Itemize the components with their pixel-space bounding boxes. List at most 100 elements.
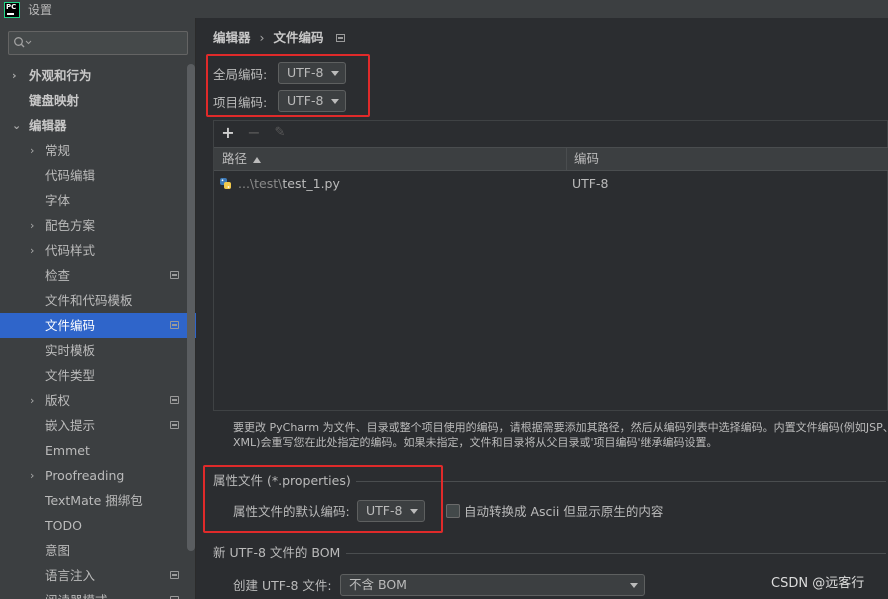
- project-scope-icon: [335, 34, 345, 42]
- window-title: 设置: [28, 2, 53, 17]
- sidebar-item[interactable]: 字体: [0, 188, 196, 213]
- main-panel: 编辑器 › 文件编码 全局编码: UTF-8 项目编码: UTF-8 + − ✎…: [196, 18, 888, 599]
- bom-create-label: 创建 UTF-8 文件:: [233, 578, 332, 593]
- sidebar-item-label: 意图: [45, 543, 71, 558]
- sidebar-item-label: 实时模板: [45, 343, 96, 358]
- sidebar-item[interactable]: › 版权: [0, 388, 196, 413]
- sidebar-item[interactable]: 意图: [0, 538, 196, 563]
- chevron-right-icon[interactable]: ›: [30, 238, 40, 263]
- sidebar-item[interactable]: 检查: [0, 263, 196, 288]
- chevron-right-icon[interactable]: ›: [30, 463, 40, 488]
- edit-path-button[interactable]: ✎: [270, 123, 290, 143]
- properties-default-label: 属性文件的默认编码:: [233, 504, 350, 519]
- global-encoding-row: 全局编码:: [213, 62, 267, 84]
- sidebar-item[interactable]: 文件和代码模板: [0, 288, 196, 313]
- chevron-down-icon: [331, 99, 339, 104]
- chevron-down-icon[interactable]: ⌄: [12, 113, 22, 138]
- settings-search[interactable]: [8, 31, 188, 55]
- sidebar-scrollbar[interactable]: [187, 64, 195, 551]
- row-encoding[interactable]: UTF-8: [572, 172, 608, 196]
- info-line-1: 要更改 PyCharm 为文件、目录或整个项目使用的编码，请根据需要添加其路径，…: [233, 421, 888, 434]
- sidebar-item[interactable]: 文件类型: [0, 363, 196, 388]
- ascii-conversion-checkbox[interactable]: [446, 504, 460, 518]
- sidebar-item[interactable]: TODO: [0, 513, 196, 538]
- sidebar-item-label: 检查: [45, 268, 71, 283]
- sidebar-item[interactable]: 阅读器模式: [0, 588, 196, 599]
- sidebar-item[interactable]: 代码编辑: [0, 163, 196, 188]
- sidebar-item-label: 外观和行为: [29, 68, 92, 83]
- sidebar-item-label: 文件和代码模板: [45, 293, 133, 308]
- table-header: 路径 编码: [214, 147, 888, 171]
- bom-dropdown[interactable]: 不含 BOM: [340, 574, 645, 596]
- bom-section-title: 新 UTF-8 文件的 BOM: [213, 545, 341, 560]
- sidebar-item[interactable]: › 外观和行为: [0, 63, 196, 88]
- chevron-right-icon[interactable]: ›: [30, 138, 40, 163]
- search-icon: [13, 36, 33, 50]
- search-input[interactable]: [33, 34, 183, 52]
- chevron-right-icon[interactable]: ›: [12, 63, 22, 88]
- project-scope-icon: [170, 421, 179, 429]
- sidebar-item[interactable]: 键盘映射: [0, 88, 196, 113]
- sidebar-item[interactable]: TextMate 捆绑包: [0, 488, 196, 513]
- global-encoding-label: 全局编码:: [213, 66, 268, 82]
- row-path: ...\test\test_1.py: [238, 172, 340, 196]
- ascii-conversion-label[interactable]: 自动转换成 Ascii 但显示原生的内容: [464, 502, 663, 522]
- add-path-button[interactable]: +: [218, 123, 238, 143]
- sidebar-item[interactable]: › Proofreading: [0, 463, 196, 488]
- project-encoding-label: 项目编码:: [213, 94, 268, 110]
- sidebar-item-label: TextMate 捆绑包: [45, 493, 143, 508]
- properties-encoding-dropdown[interactable]: UTF-8: [357, 500, 425, 522]
- table-row[interactable]: ...\test\test_1.py UTF-8: [214, 172, 888, 196]
- breadcrumb-current: 文件编码: [273, 30, 324, 45]
- pycharm-logo-icon: PC: [4, 1, 20, 18]
- column-divider[interactable]: [566, 148, 567, 170]
- project-scope-icon: [170, 396, 179, 404]
- sidebar-item-label: 字体: [45, 193, 71, 208]
- chevron-right-icon[interactable]: ›: [30, 213, 40, 238]
- sidebar-item[interactable]: 语言注入: [0, 563, 196, 588]
- sidebar-item[interactable]: 实时模板: [0, 338, 196, 363]
- sidebar-item-label: 配色方案: [45, 218, 96, 233]
- bom-value: 不含 BOM: [349, 577, 407, 592]
- global-encoding-dropdown[interactable]: UTF-8: [278, 62, 346, 84]
- settings-tree: › 外观和行为键盘映射 ⌄ 编辑器 › 常规代码编辑字体 › 配色方案 › 代码样式检查文件和代码…: [0, 63, 196, 599]
- sidebar-item[interactable]: › 常规: [0, 138, 196, 163]
- title-bar: PC 设置: [0, 0, 888, 18]
- chevron-right-icon[interactable]: ›: [30, 388, 40, 413]
- sidebar-item-label: 代码样式: [45, 243, 96, 258]
- sidebar-item-label: 编辑器: [29, 118, 67, 133]
- properties-encoding-value: UTF-8: [366, 503, 403, 518]
- project-scope-icon: [170, 321, 179, 329]
- file-encoding-table: + − ✎ 路径 编码 ...\test\test_1.py UTF-8: [213, 120, 888, 411]
- sidebar-item[interactable]: 嵌入提示: [0, 413, 196, 438]
- remove-path-button[interactable]: −: [244, 123, 264, 143]
- chevron-down-icon: [331, 71, 339, 76]
- sidebar-item-label: 代码编辑: [45, 168, 96, 183]
- project-scope-icon: [170, 571, 179, 579]
- sidebar-item[interactable]: › 代码样式: [0, 238, 196, 263]
- column-header-path-label: 路径: [222, 151, 248, 166]
- column-header-path[interactable]: 路径: [222, 148, 262, 170]
- python-file-icon: [219, 177, 233, 191]
- sidebar-item-label: 键盘映射: [29, 93, 80, 108]
- section-divider: [356, 481, 886, 482]
- project-encoding-value: UTF-8: [287, 93, 324, 108]
- chevron-down-icon: [410, 509, 418, 514]
- table-toolbar: + − ✎: [214, 121, 888, 146]
- watermark: CSDN @远客行: [771, 576, 865, 591]
- sidebar-item[interactable]: › 配色方案: [0, 213, 196, 238]
- sidebar-item-label: 语言注入: [45, 568, 96, 583]
- sidebar-item-label: Proofreading: [45, 468, 125, 483]
- sort-ascending-icon: [253, 156, 262, 163]
- info-description: 要更改 PyCharm 为文件、目录或整个项目使用的编码，请根据需要添加其路径，…: [233, 420, 888, 450]
- sidebar-item-label: 文件编码: [45, 318, 96, 333]
- project-encoding-dropdown[interactable]: UTF-8: [278, 90, 346, 112]
- sidebar-item[interactable]: ⌄ 编辑器: [0, 113, 196, 138]
- sidebar-item-label: 嵌入提示: [45, 418, 96, 433]
- info-line-2: XML)会重写您在此处指定的编码。如果未指定，文件和目录将从父目录或'项目编码'…: [233, 436, 718, 449]
- sidebar-item[interactable]: 文件编码: [0, 313, 196, 338]
- column-header-encoding[interactable]: 编码: [574, 148, 599, 170]
- breadcrumb-parent[interactable]: 编辑器: [213, 28, 251, 48]
- sidebar-item[interactable]: Emmet: [0, 438, 196, 463]
- settings-sidebar: › 外观和行为键盘映射 ⌄ 编辑器 › 常规代码编辑字体 › 配色方案 › 代码样式检查文件和代码…: [0, 18, 196, 599]
